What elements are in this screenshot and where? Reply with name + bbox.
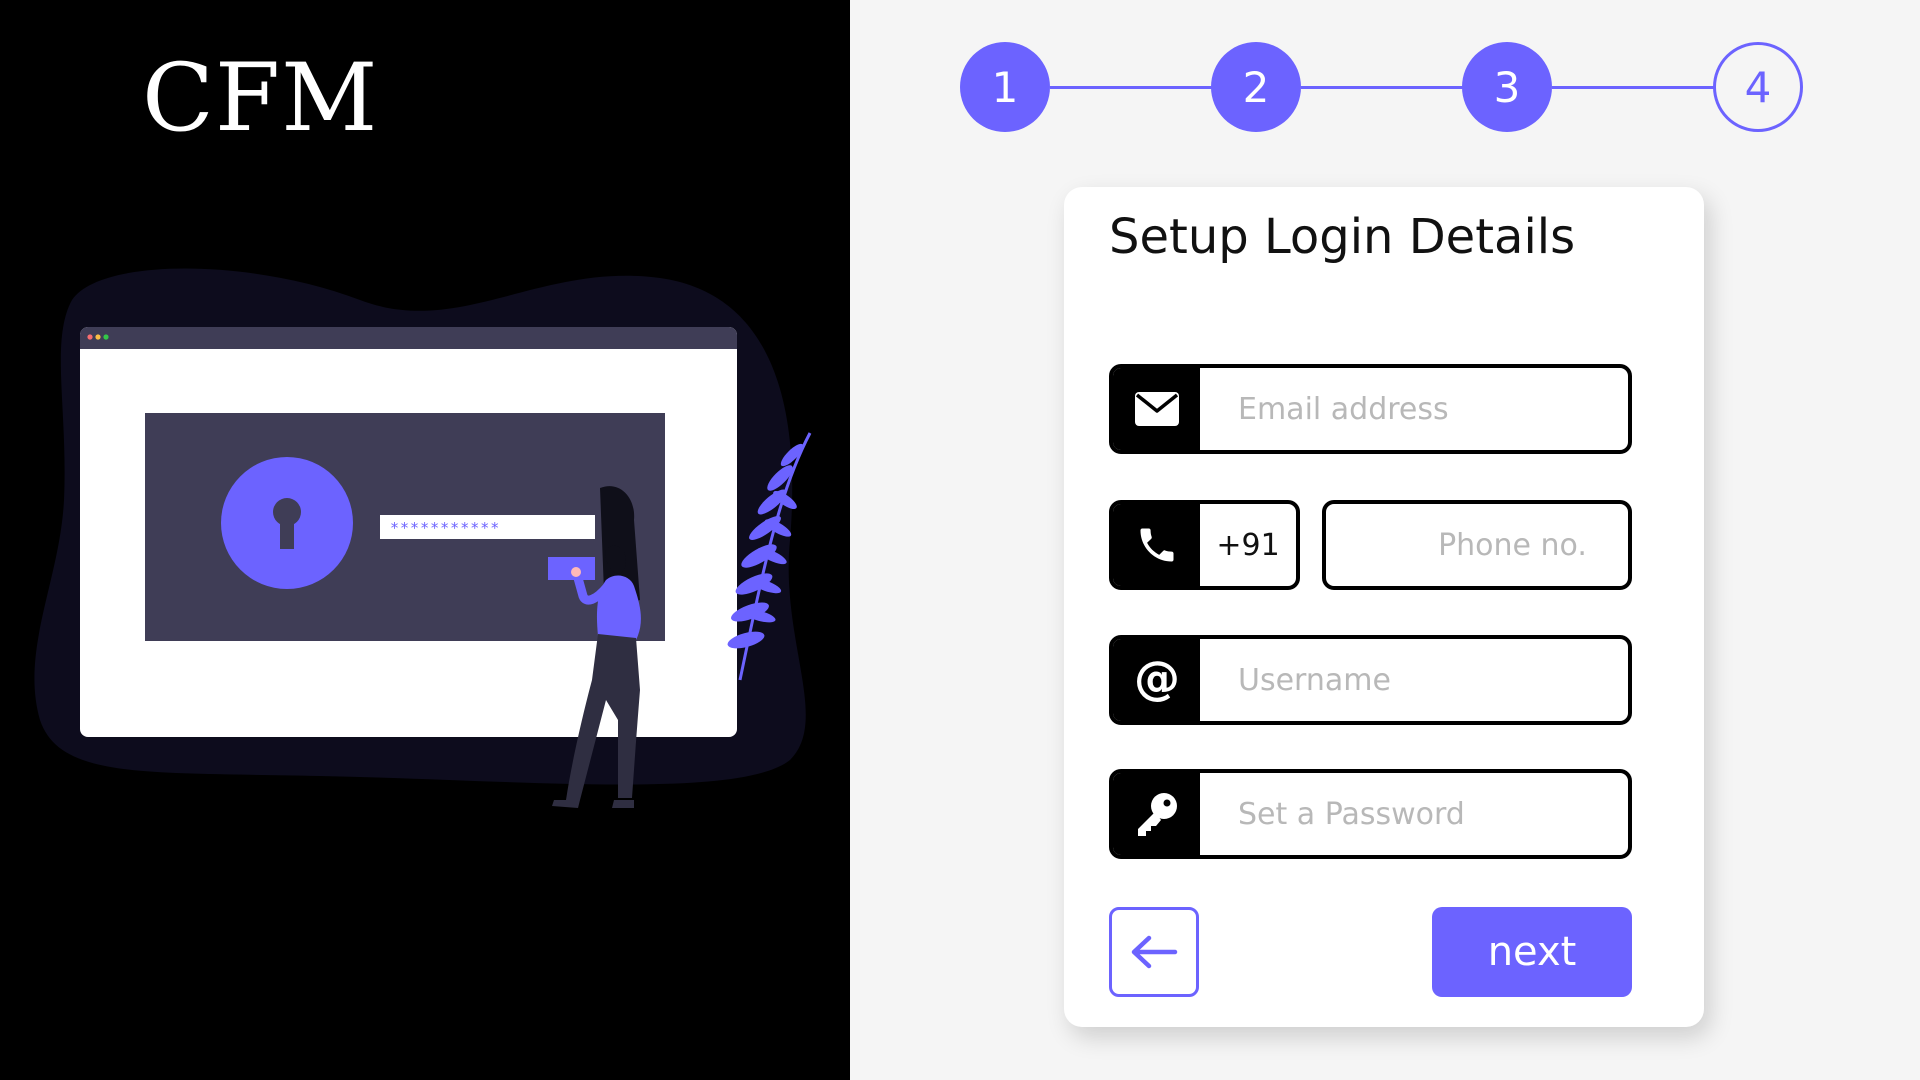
email-field	[1109, 364, 1632, 454]
window-dot-yellow	[95, 334, 101, 340]
window-dot-green	[103, 334, 109, 340]
step-2[interactable]: 2	[1211, 42, 1301, 132]
form-title: Setup Login Details	[1109, 209, 1576, 265]
password-input[interactable]	[1200, 773, 1628, 855]
country-code: +91	[1216, 527, 1280, 563]
step-connector	[1050, 86, 1225, 89]
left-panel: CFM ***********	[0, 0, 850, 1080]
envelope-icon	[1113, 368, 1200, 450]
back-button[interactable]	[1109, 907, 1199, 997]
next-button[interactable]: next	[1432, 907, 1632, 997]
login-illustration: ***********	[34, 268, 812, 808]
username-field: @	[1109, 635, 1632, 725]
login-button-illustration	[548, 557, 595, 580]
password-mask-text: ***********	[390, 519, 500, 537]
username-input[interactable]	[1200, 639, 1628, 721]
password-field	[1109, 769, 1632, 859]
step-connector	[1301, 86, 1476, 89]
step-3[interactable]: 3	[1462, 42, 1552, 132]
phone-input[interactable]	[1326, 504, 1628, 586]
at-sign-icon: @	[1113, 639, 1200, 721]
step-connector	[1552, 86, 1727, 89]
arrow-left-icon	[1131, 935, 1178, 969]
phone-field	[1322, 500, 1632, 590]
progress-stepper: 1 2 3 4	[850, 0, 1920, 180]
email-input[interactable]	[1200, 368, 1628, 450]
key-icon	[1113, 773, 1200, 855]
step-4[interactable]: 4	[1713, 42, 1803, 132]
phone-icon	[1113, 504, 1200, 586]
login-details-card: Setup Login Details +91	[1064, 187, 1704, 1027]
svg-text:@: @	[1134, 656, 1180, 704]
country-code-field[interactable]: +91	[1109, 500, 1300, 590]
step-1[interactable]: 1	[960, 42, 1050, 132]
window-dot-red	[87, 334, 93, 340]
browser-titlebar	[80, 327, 737, 349]
right-panel: 1 2 3 4 Setup Login Details +91	[850, 0, 1920, 1080]
